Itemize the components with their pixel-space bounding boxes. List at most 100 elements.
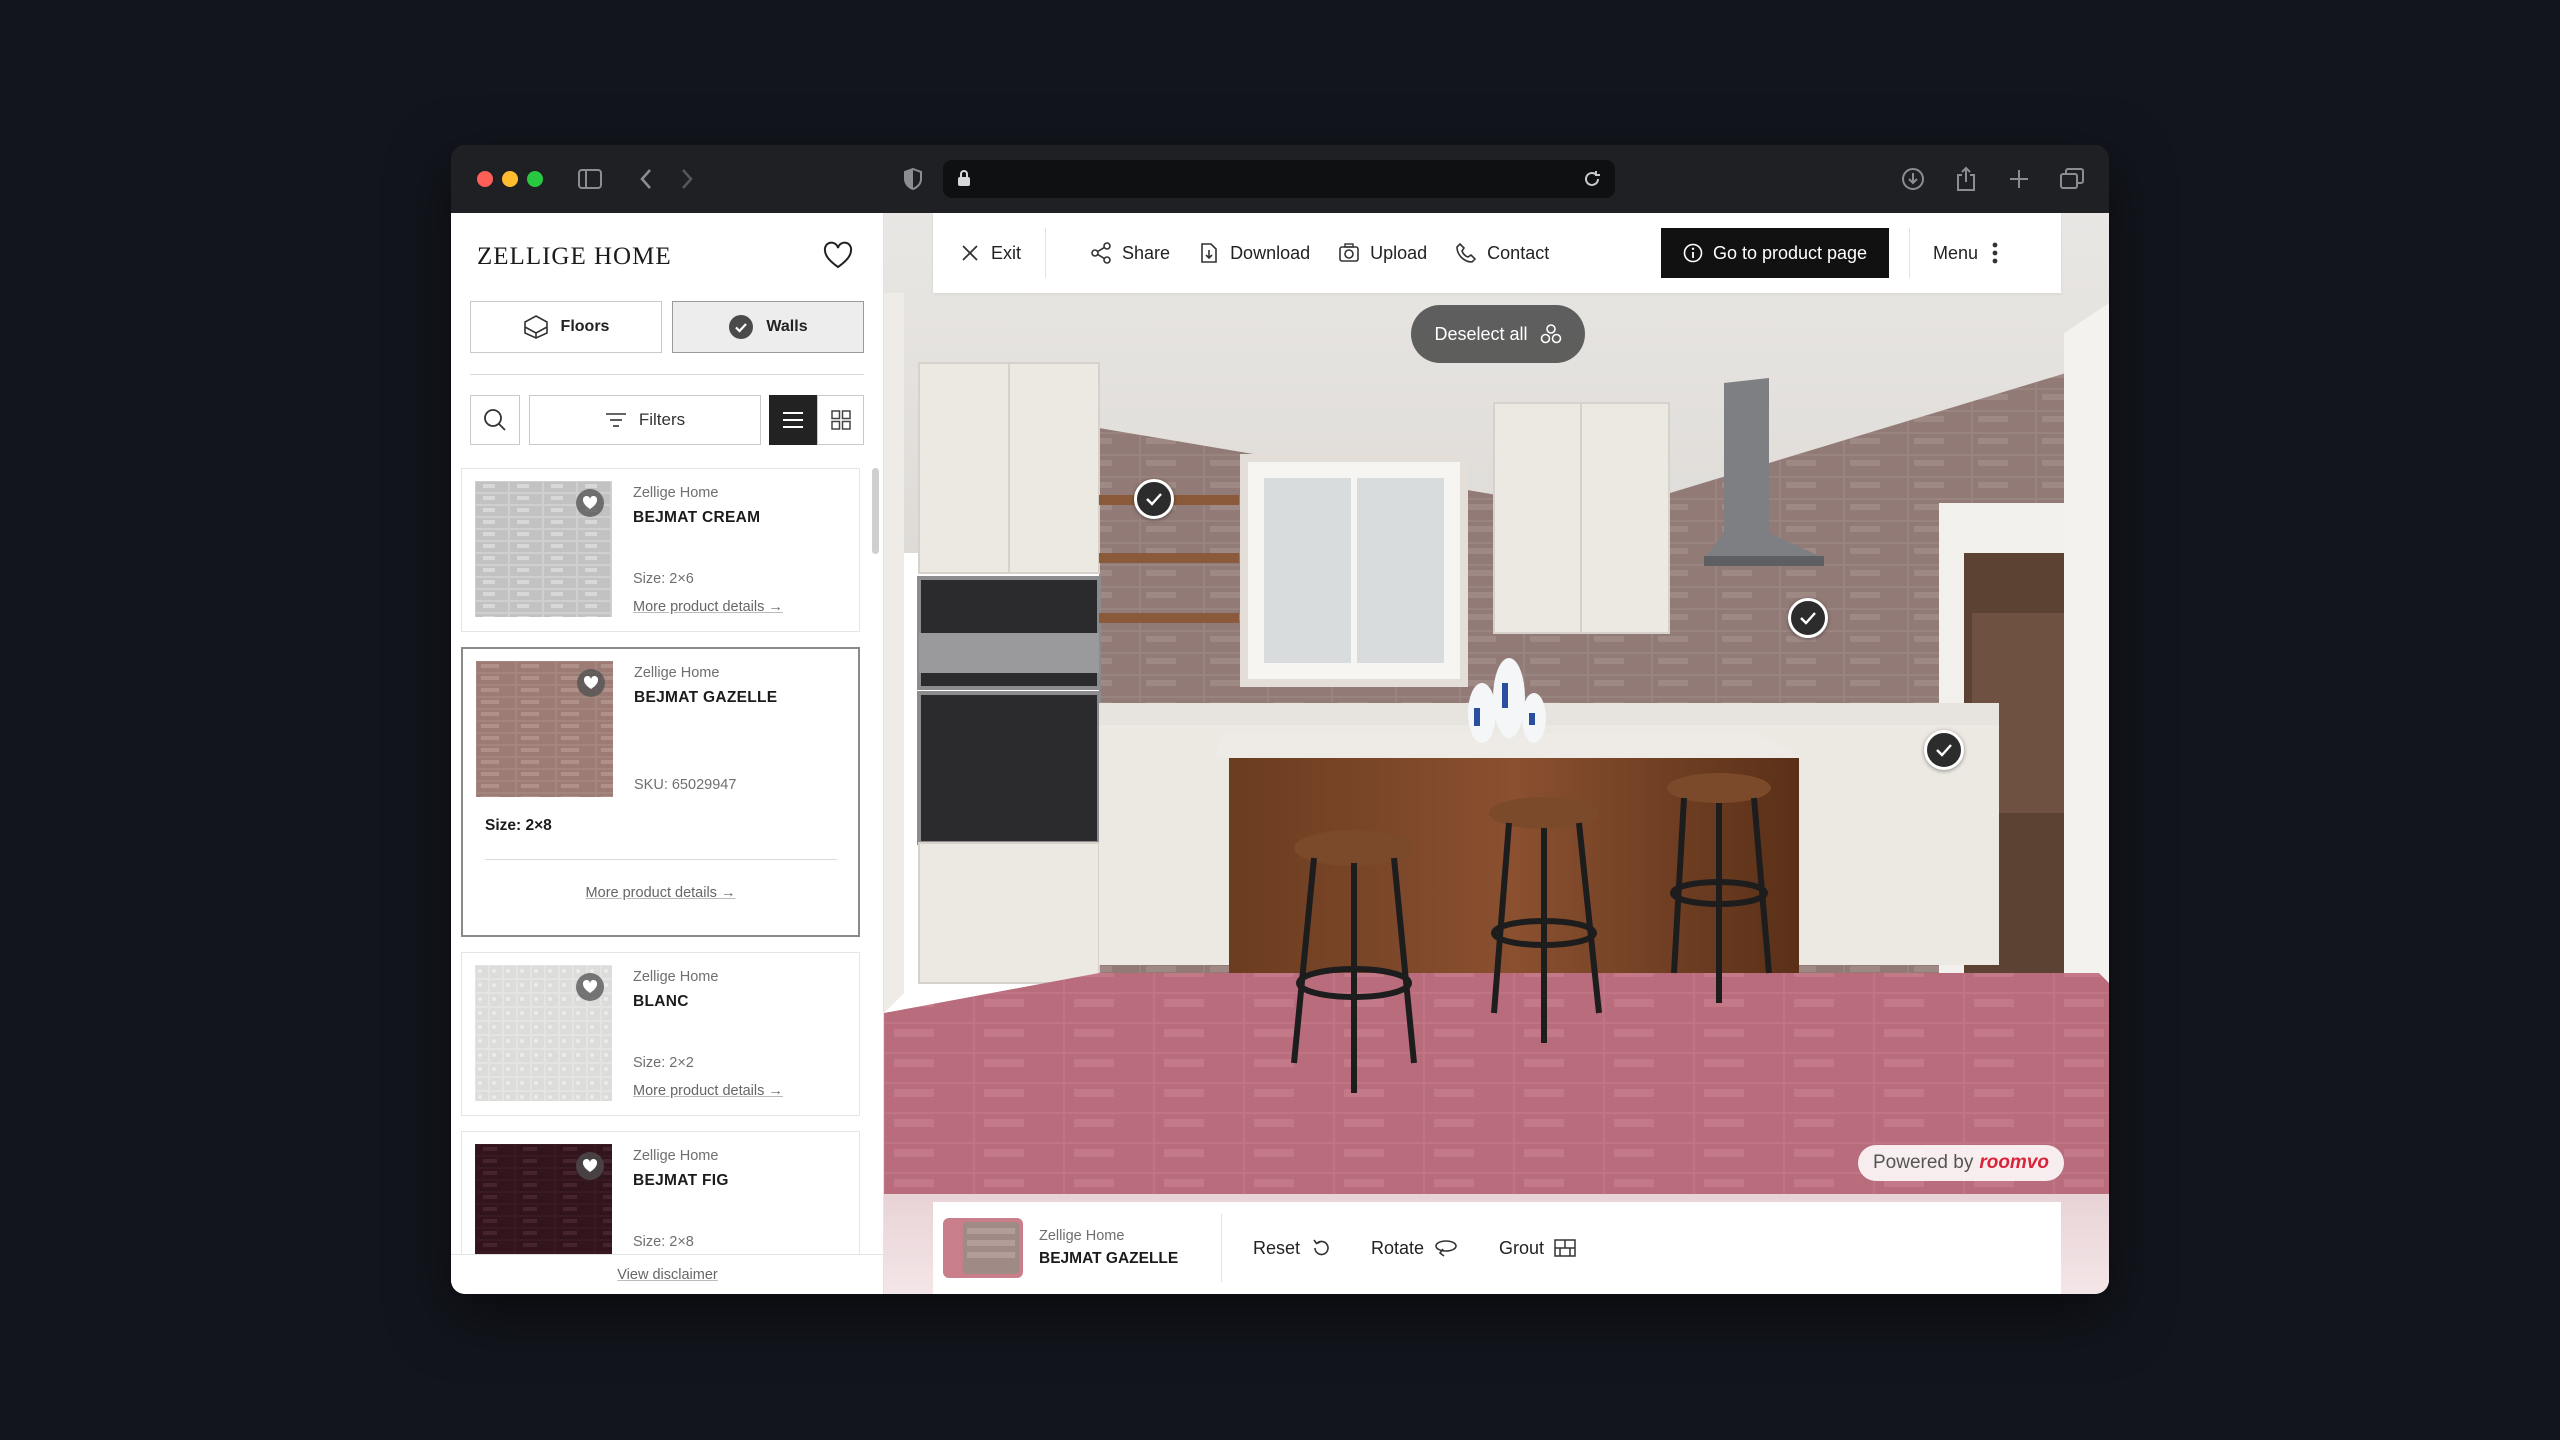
favorite-heart-icon[interactable]: [576, 1152, 604, 1180]
selected-product-bar: Zellige Home BEJMAT GAZELLE Reset Rotate…: [933, 1202, 2061, 1294]
share-label: Share: [1122, 242, 1171, 263]
floors-tab[interactable]: Floors: [470, 301, 662, 353]
phone-icon: [1456, 242, 1477, 263]
exit-label: Exit: [991, 242, 1022, 263]
upload-button[interactable]: Upload: [1324, 213, 1441, 293]
product-card-bejmat-gazelle[interactable]: Zellige Home BEJMAT GAZELLE SKU: 6502994…: [461, 647, 860, 937]
search-button[interactable]: [470, 395, 520, 445]
share-button[interactable]: Share: [1076, 213, 1184, 293]
product-brand: Zellige Home: [633, 1148, 719, 1164]
selected-product-thumbnail[interactable]: [943, 1218, 1023, 1278]
bottombar-divider: [1221, 1214, 1222, 1282]
browser-window: ZELLIGE HOME Floors Walls Filters Zellig…: [451, 145, 2109, 1294]
browser-titlebar: [451, 145, 2109, 213]
reset-icon: [1313, 1239, 1329, 1256]
grout-label: Grout: [1499, 1237, 1545, 1258]
toolbar-divider: [1045, 228, 1047, 278]
divider: [485, 859, 837, 860]
favorite-heart-icon[interactable]: [576, 489, 604, 517]
download-icon: [1201, 243, 1217, 263]
download-button[interactable]: Download: [1184, 213, 1324, 293]
check-circle-icon: [729, 315, 754, 339]
tab-overview-icon[interactable]: [2057, 164, 2087, 194]
product-name: BEJMAT CREAM: [633, 509, 761, 526]
powered-by-label: Powered by: [1872, 1152, 1974, 1173]
rotate-icon: [1435, 1240, 1457, 1257]
contact-label: Contact: [1487, 242, 1550, 263]
grid-view-icon: [830, 410, 851, 430]
product-size: Size: 2×8: [633, 1234, 694, 1250]
visualizer-toolbar: Exit Share Download Upload Contact Go to…: [933, 213, 2061, 293]
go-to-product-page-button[interactable]: Go to product page: [1661, 228, 1889, 278]
product-card-bejmat-fig[interactable]: Zellige Home BEJMAT FIG Size: 2×8: [461, 1131, 860, 1254]
walls-tab[interactable]: Walls: [672, 301, 864, 353]
view-disclaimer-link[interactable]: View disclaimer: [451, 1254, 884, 1294]
more-details-link[interactable]: More product details →: [633, 1083, 783, 1099]
surface-selected-hotspot[interactable]: [1788, 598, 1828, 638]
grout-button[interactable]: Grout: [1499, 1202, 1576, 1294]
deselect-all-button[interactable]: Deselect all: [1411, 305, 1585, 363]
room-visualizer[interactable]: Exit Share Download Upload Contact Go to…: [884, 213, 2109, 1294]
sidebar-scrollbar[interactable]: [872, 468, 879, 554]
contact-button[interactable]: Contact: [1441, 213, 1563, 293]
favorite-heart-icon[interactable]: [576, 973, 604, 1001]
product-name: BLANC: [633, 993, 689, 1010]
check-icon: [1936, 744, 1952, 757]
minimize-window-button[interactable]: [502, 171, 518, 187]
reset-button[interactable]: Reset: [1253, 1202, 1332, 1294]
forward-icon[interactable]: [672, 164, 702, 194]
shield-icon[interactable]: [898, 164, 928, 194]
close-window-button[interactable]: [477, 171, 493, 187]
grid-view-button[interactable]: [817, 395, 864, 445]
go-to-product-label: Go to product page: [1712, 242, 1868, 263]
divider: [470, 374, 864, 375]
rotate-label: Rotate: [1371, 1237, 1425, 1258]
product-brand: Zellige Home: [634, 665, 720, 681]
sidebar-toggle-icon[interactable]: [575, 164, 605, 194]
product-name: BEJMAT FIG: [633, 1172, 729, 1189]
search-icon: [484, 409, 506, 431]
share-nodes-icon: [1091, 242, 1111, 264]
walls-tab-label: Walls: [766, 318, 808, 335]
downloads-icon[interactable]: [1898, 164, 1928, 194]
product-sidebar: ZELLIGE HOME Floors Walls Filters Zellig…: [451, 213, 884, 1294]
camera-icon: [1339, 243, 1359, 262]
more-vertical-icon: [1992, 242, 1998, 264]
product-size: Size: 2×6: [633, 571, 694, 587]
list-view-button[interactable]: [769, 395, 817, 445]
page-content: ZELLIGE HOME Floors Walls Filters Zellig…: [451, 213, 2109, 1294]
filters-button[interactable]: Filters: [529, 395, 761, 445]
window-controls: [477, 171, 543, 187]
filter-icon: [605, 413, 626, 427]
address-bar[interactable]: [943, 160, 1615, 198]
lock-icon: [958, 170, 970, 186]
zoom-window-button[interactable]: [527, 171, 543, 187]
more-details-link[interactable]: More product details →: [463, 885, 858, 901]
brand-logo[interactable]: ZELLIGE HOME: [477, 243, 672, 271]
reload-icon[interactable]: [1581, 168, 1603, 190]
selected-product-brand: Zellige Home: [1039, 1228, 1125, 1244]
reset-label: Reset: [1253, 1237, 1301, 1258]
download-label: Download: [1230, 242, 1311, 263]
surface-selected-hotspot[interactable]: [1924, 730, 1964, 770]
share-icon[interactable]: [1951, 164, 1981, 194]
check-icon: [1146, 493, 1162, 506]
new-tab-icon[interactable]: [2004, 164, 2034, 194]
favorites-heart-icon[interactable]: [823, 241, 853, 271]
menu-button[interactable]: Menu: [1933, 213, 1998, 293]
back-icon[interactable]: [631, 164, 661, 194]
rotate-button[interactable]: Rotate: [1371, 1202, 1458, 1294]
product-card-bejmat-cream[interactable]: Zellige Home BEJMAT CREAM Size: 2×6 More…: [461, 468, 860, 632]
product-brand: Zellige Home: [633, 969, 719, 985]
check-icon: [1800, 612, 1816, 625]
deselect-all-label: Deselect all: [1434, 323, 1528, 344]
exit-button[interactable]: Exit: [933, 213, 1035, 293]
filters-label: Filters: [638, 410, 686, 429]
powered-by-badge[interactable]: Powered by roomvo: [1858, 1145, 2064, 1181]
favorite-heart-icon[interactable]: [577, 669, 605, 697]
product-card-blanc[interactable]: Zellige Home BLANC Size: 2×2 More produc…: [461, 952, 860, 1116]
more-details-link[interactable]: More product details →: [633, 599, 783, 615]
surface-selected-hotspot[interactable]: [1134, 479, 1174, 519]
product-list[interactable]: Zellige Home BEJMAT CREAM Size: 2×6 More…: [451, 468, 884, 1254]
info-icon: [1683, 243, 1703, 263]
